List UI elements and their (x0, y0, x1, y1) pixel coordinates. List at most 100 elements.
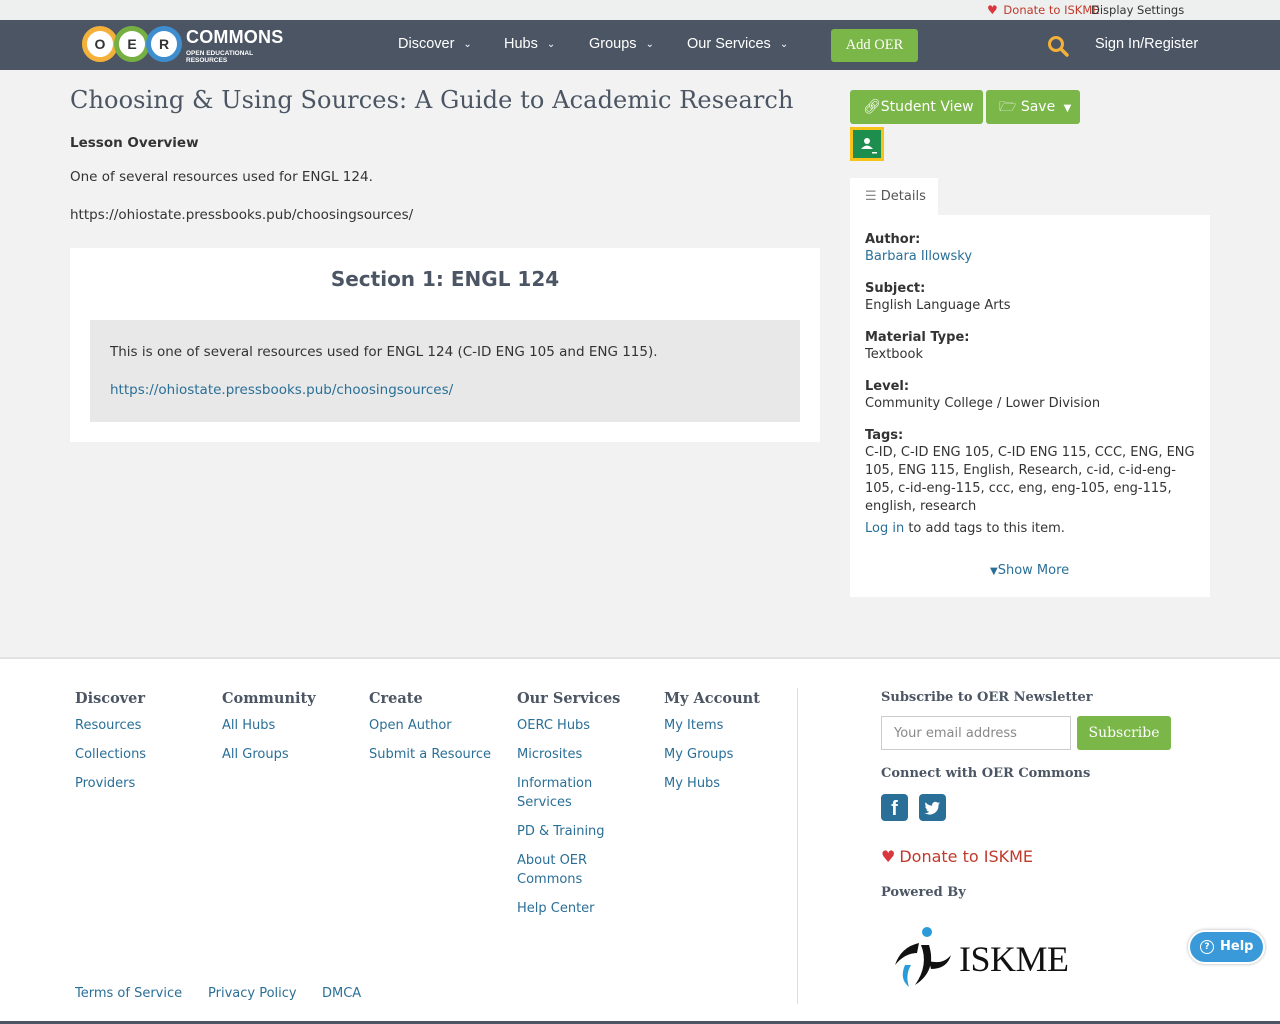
material-type-label: Material Type: (865, 330, 970, 345)
footer-heading-create: Create (369, 690, 423, 707)
save-button[interactable]: 🗁 Save ▼ (986, 90, 1080, 124)
section-content: This is one of several resources used fo… (90, 320, 800, 422)
iskme-logo[interactable]: ISKME (889, 921, 1089, 996)
chevron-down-icon: ⌄ (779, 39, 789, 50)
nav-groups[interactable]: Groups ⌄ (589, 36, 654, 52)
overview-heading: Lesson Overview (70, 135, 199, 151)
tags-label: Tags: (865, 428, 904, 443)
help-button[interactable]: ? Help (1188, 930, 1265, 964)
footer-link-all-groups[interactable]: All Groups (222, 745, 316, 764)
question-icon: ? (1200, 940, 1214, 954)
footer-link-help-center[interactable]: Help Center (517, 899, 627, 918)
footer-link-microsites[interactable]: Microsites (517, 745, 627, 764)
footer-col-discover: Discover Resources Collections Providers (75, 690, 146, 803)
nav-services-label: Our Services (687, 36, 771, 52)
footer-link-pd-training[interactable]: PD & Training (517, 822, 627, 841)
section-text: This is one of several resources used fo… (110, 344, 658, 360)
level-label: Level: (865, 379, 910, 394)
nav-hubs-label: Hubs (504, 36, 538, 52)
section-link[interactable]: https://ohiostate.pressbooks.pub/choosin… (110, 382, 453, 398)
overview-url: https://ohiostate.pressbooks.pub/choosin… (70, 207, 414, 223)
nav-groups-label: Groups (589, 36, 637, 52)
show-more-link[interactable]: ▼Show More (990, 563, 1069, 578)
nav-discover[interactable]: Discover ⌄ (398, 36, 472, 52)
main-navbar: O E R COMMONS OPEN EDUCATIONAL RESOURCES… (0, 20, 1280, 70)
footer-heading-services: Our Services (517, 690, 621, 707)
google-classroom-icon (853, 130, 881, 158)
details-panel: Author: Barbara Illowsky Subject: Englis… (850, 215, 1210, 597)
facebook-icon[interactable]: f (881, 794, 908, 821)
utility-bar: ♥ Donate to ISKME Display Settings (0, 0, 1280, 20)
donate-link-top[interactable]: ♥ Donate to ISKME (987, 3, 1100, 17)
chevron-down-icon: ⌄ (645, 39, 654, 50)
newsletter-heading: Subscribe to OER Newsletter (881, 690, 1093, 705)
section-panel: Section 1: ENGL 124 This is one of sever… (70, 248, 820, 442)
level-value: Community College / Lower Division (865, 396, 1101, 411)
terms-link[interactable]: Terms of Service (75, 986, 182, 1001)
twitter-icon[interactable] (919, 794, 946, 821)
footer-link-resources[interactable]: Resources (75, 716, 146, 735)
chevron-down-icon: ⌄ (463, 39, 472, 50)
author-link[interactable]: Barbara Illowsky (865, 248, 1200, 266)
subject-value: English Language Arts (865, 298, 1011, 313)
page-title: Choosing & Using Sources: A Guide to Aca… (70, 86, 794, 114)
logo-subtitle: OPEN EDUCATIONAL RESOURCES (186, 50, 253, 64)
footer-link-my-hubs[interactable]: My Hubs (664, 774, 760, 793)
footer-col-create: Create Open Author Submit a Resource (369, 690, 491, 774)
donate-label: Donate to ISKME (1003, 3, 1100, 17)
footer-link-open-author[interactable]: Open Author (369, 716, 491, 735)
nav-hubs[interactable]: Hubs ⌄ (504, 36, 555, 52)
footer-link-my-groups[interactable]: My Groups (664, 745, 760, 764)
footer-heading-discover: Discover (75, 690, 146, 707)
newsletter-email-input[interactable] (881, 716, 1071, 750)
footer-divider (797, 688, 798, 1004)
footer-col-account: My Account My Items My Groups My Hubs (664, 690, 760, 803)
google-classroom-button[interactable] (850, 127, 884, 161)
overview-text: One of several resources used for ENGL 1… (70, 169, 373, 185)
section-title: Section 1: ENGL 124 (330, 267, 560, 291)
footer-link-my-items[interactable]: My Items (664, 716, 760, 735)
search-icon[interactable] (1047, 35, 1069, 57)
list-icon: ☰ (865, 189, 877, 204)
material-type-value: Textbook (865, 347, 923, 362)
sign-in-link[interactable]: Sign In/Register (1095, 36, 1198, 52)
logo-ring-r: R (146, 26, 182, 62)
footer-link-providers[interactable]: Providers (75, 774, 146, 793)
dmca-link[interactable]: DMCA (322, 986, 361, 1001)
student-view-button[interactable]: 🔗︎Student View (850, 90, 983, 124)
powered-by-heading: Powered By (881, 885, 966, 900)
subject-label: Subject: (865, 281, 926, 296)
site-footer: Discover Resources Collections Providers… (0, 657, 1280, 1024)
privacy-link[interactable]: Privacy Policy (208, 986, 297, 1001)
subscribe-button[interactable]: Subscribe (1077, 716, 1171, 750)
footer-col-community: Community All Hubs All Groups (222, 690, 316, 774)
display-settings-link[interactable]: Display Settings (1091, 3, 1184, 17)
details-tab-label: Details (880, 189, 926, 204)
oer-commons-logo[interactable]: O E R COMMONS OPEN EDUCATIONAL RESOURCES (82, 25, 292, 65)
tab-details[interactable]: ☰ Details (850, 178, 938, 215)
donate-link-footer[interactable]: ♥ Donate to ISKME (881, 847, 1033, 866)
footer-link-all-hubs[interactable]: All Hubs (222, 716, 316, 735)
caret-down-icon: ▼ (1063, 103, 1072, 114)
show-more-label: Show More (997, 563, 1070, 578)
donate-footer-label: Donate to ISKME (899, 847, 1034, 866)
nav-our-services[interactable]: Our Services ⌄ (687, 36, 788, 52)
footer-col-services: Our Services OERC Hubs Microsites Inform… (517, 690, 627, 928)
author-label: Author: (865, 232, 921, 247)
nav-discover-label: Discover (398, 36, 455, 52)
footer-link-information-services[interactable]: Information Services (517, 774, 627, 812)
logo-ring-o: O (82, 26, 118, 62)
footer-link-about[interactable]: About OER Commons (517, 851, 627, 889)
tags-value: C-ID, C-ID ENG 105, C-ID ENG 115, CCC, E… (865, 445, 1195, 514)
save-label: Save (1020, 99, 1056, 115)
chevron-down-icon: ⌄ (546, 39, 556, 50)
footer-link-submit-resource[interactable]: Submit a Resource (369, 745, 491, 764)
chevron-down-icon: ▼ (990, 566, 998, 577)
add-oer-button[interactable]: Add OER (831, 29, 918, 62)
footer-link-oerc-hubs[interactable]: OERC Hubs (517, 716, 627, 735)
footer-link-collections[interactable]: Collections (75, 745, 146, 764)
logo-word: COMMONS (186, 27, 284, 47)
footer-heading-account: My Account (664, 690, 760, 707)
login-link[interactable]: Log in (865, 521, 904, 536)
heart-icon: ♥ (881, 847, 896, 866)
